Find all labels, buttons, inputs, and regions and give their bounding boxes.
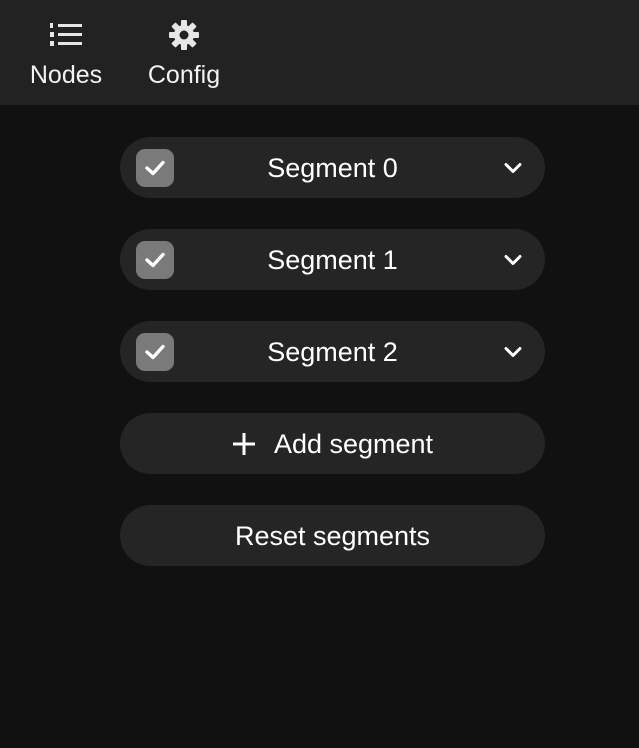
checkmark-icon [145, 160, 165, 176]
config-nav-button[interactable]: Config [144, 0, 224, 105]
checkmark-icon [145, 252, 165, 268]
segment-list: Segment 0 Segment 1 Segment 2 Add segmen… [120, 137, 545, 597]
add-segment-label: Add segment [273, 428, 434, 459]
segment-1-checkbox[interactable] [136, 241, 174, 279]
segment-2-expand-button[interactable] [501, 340, 525, 364]
segment-0-name[interactable]: Segment 0 [267, 153, 398, 183]
segment-1-expand-button[interactable] [501, 248, 525, 272]
nodes-nav-label: Nodes [29, 61, 103, 89]
chevron-down-icon [504, 255, 522, 265]
config-nav-label: Config [147, 61, 221, 89]
plus-icon [232, 432, 256, 456]
chevron-down-icon [504, 347, 522, 357]
reset-segments-button[interactable]: Reset segments [120, 505, 545, 566]
checkmark-icon [145, 344, 165, 360]
segment-2-name[interactable]: Segment 2 [267, 337, 398, 367]
segment-0-expand-button[interactable] [501, 156, 525, 180]
segment-row-1: Segment 1 [120, 229, 545, 290]
add-segment-button[interactable]: Add segment [120, 413, 545, 474]
nodes-nav-button[interactable]: Nodes [26, 0, 106, 105]
app-root: Nodes Config Segment 0 Segment 1 Segment… [0, 0, 639, 748]
list-numbered-icon [50, 19, 82, 51]
segment-1-name[interactable]: Segment 1 [267, 245, 398, 275]
chevron-down-icon [504, 163, 522, 173]
segment-row-0: Segment 0 [120, 137, 545, 198]
segment-row-2: Segment 2 [120, 321, 545, 382]
gear-icon [168, 19, 200, 51]
segment-2-checkbox[interactable] [136, 333, 174, 371]
reset-segments-label: Reset segments [234, 520, 431, 551]
top-navigation-bar: Nodes Config [0, 0, 639, 105]
segment-0-checkbox[interactable] [136, 149, 174, 187]
